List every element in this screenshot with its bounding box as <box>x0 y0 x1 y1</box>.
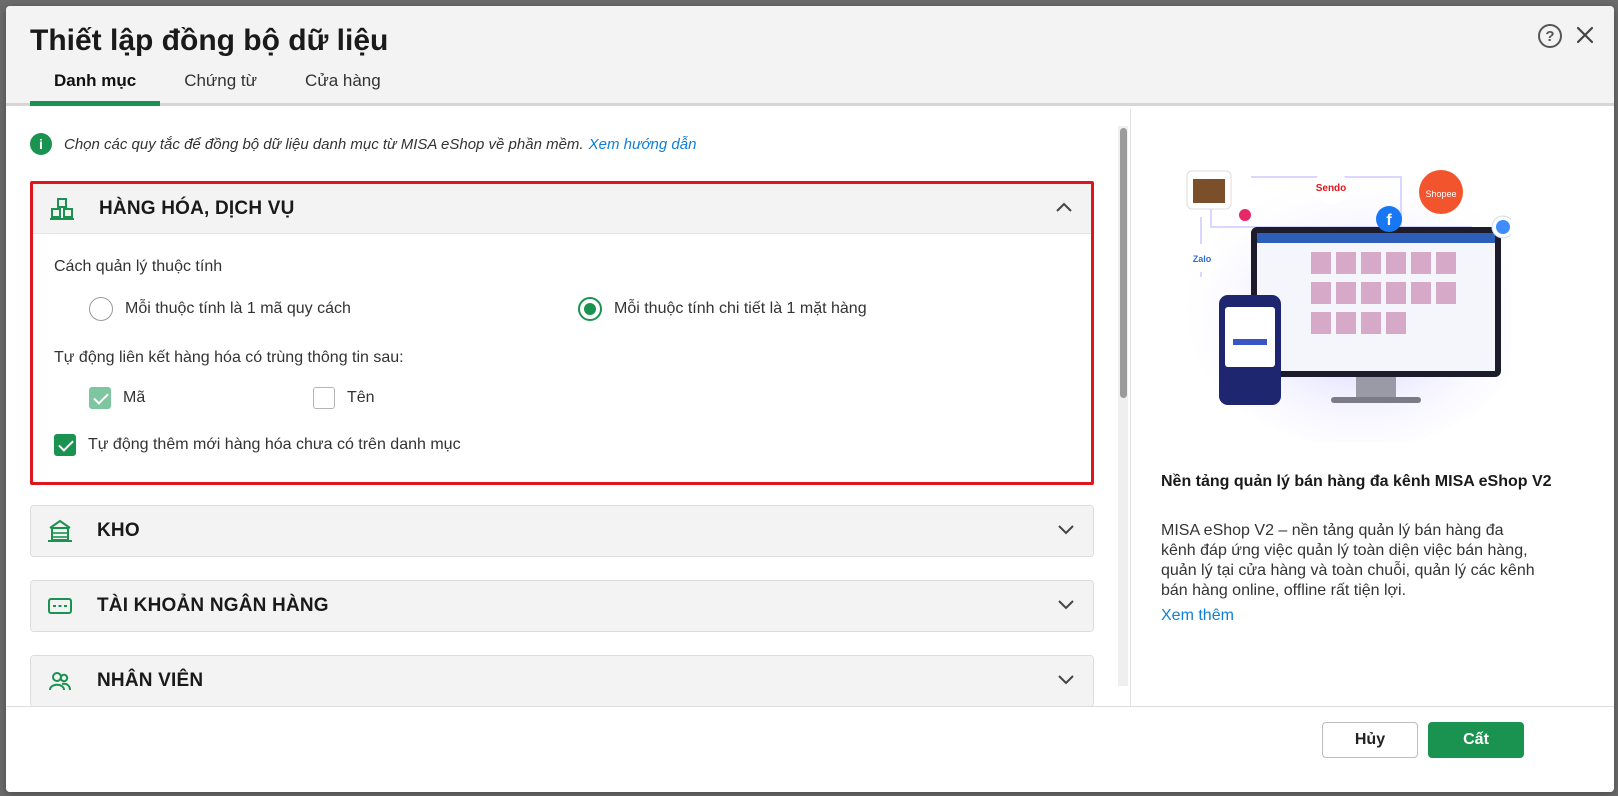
eshop-promo-illustration: Shopee Sendo f Zalo <box>1186 167 1511 442</box>
chevron-down-icon[interactable] <box>1057 673 1075 685</box>
section-staff-title: NHÂN VIÊN <box>97 670 204 691</box>
sendo-badge-label: Sendo <box>1316 183 1347 194</box>
save-button[interactable]: Cất <box>1428 722 1524 758</box>
shopee-badge-label: Shopee <box>1425 189 1456 199</box>
settings-content: i Chọn các quy tắc để đồng bộ dữ liệu da… <box>6 109 1126 709</box>
dialog-title: Thiết lập đồng bộ dữ liệu <box>30 24 389 57</box>
dialog-footer: Hủy Cất <box>6 706 1614 792</box>
attr-mgmt-label: Cách quản lý thuộc tính <box>54 258 223 275</box>
info-icon: i <box>30 133 52 155</box>
boxes-icon <box>50 197 74 220</box>
promo-title: Nền tảng quản lý bán hàng đa kênh MISA e… <box>1161 473 1552 490</box>
tab-chung-tu[interactable]: Chứng từ <box>160 68 281 104</box>
section-goods-body: Cách quản lý thuộc tính Mỗi thuộc tính l… <box>33 234 1091 484</box>
section-bank: TÀI KHOẢN NGÂN HÀNG <box>30 580 1094 632</box>
radio-button[interactable] <box>89 297 113 321</box>
promo-panel: Shopee Sendo f Zalo Nền tảng quản lý bán… <box>1131 109 1614 706</box>
zalo-badge-label: Zalo <box>1193 254 1212 264</box>
check-auto-add-goods[interactable]: Tự động thêm mới hàng hóa chưa có trên d… <box>54 434 461 456</box>
radio-attr-as-item[interactable]: Mỗi thuộc tính chi tiết là 1 mặt hàng <box>578 297 867 321</box>
section-staff-header[interactable]: NHÂN VIÊN <box>31 656 1093 706</box>
checkbox[interactable] <box>89 387 111 409</box>
section-warehouse: KHO <box>30 505 1094 557</box>
tab-cua-hang[interactable]: Cửa hàng <box>281 68 405 104</box>
info-text: Chọn các quy tắc để đồng bộ dữ liệu danh… <box>64 135 584 153</box>
users-icon <box>49 672 71 691</box>
cancel-button[interactable]: Hủy <box>1322 722 1418 758</box>
check-link-by-code[interactable]: Mã <box>89 387 145 409</box>
checkbox-label: Tên <box>347 389 375 406</box>
chevron-up-icon[interactable] <box>1055 201 1073 213</box>
close-icon[interactable] <box>1572 22 1598 48</box>
tab-bar: Danh mục Chứng từ Cửa hàng <box>30 68 405 106</box>
radio-label: Mỗi thuộc tính chi tiết là 1 mặt hàng <box>614 300 867 317</box>
section-staff: NHÂN VIÊN <box>30 655 1094 707</box>
radio-attr-as-spec[interactable]: Mỗi thuộc tính là 1 mã quy cách <box>89 297 351 321</box>
section-goods-title: HÀNG HÓA, DỊCH VỤ <box>99 197 295 219</box>
section-bank-title: TÀI KHOẢN NGÂN HÀNG <box>97 595 329 616</box>
facebook-badge-label: f <box>1386 212 1392 229</box>
radio-button[interactable] <box>578 297 602 321</box>
checkbox[interactable] <box>313 387 335 409</box>
dialog-header: Thiết lập đồng bộ dữ liệu ? Danh mục Chứ… <box>6 6 1614 106</box>
promo-description: MISA eShop V2 – nền tảng quản lý bán hàn… <box>1161 522 1535 599</box>
chevron-down-icon[interactable] <box>1057 598 1075 610</box>
scrollbar-thumb[interactable] <box>1120 128 1127 398</box>
section-goods-header[interactable]: HÀNG HÓA, DỊCH VỤ <box>33 184 1091 234</box>
section-bank-header[interactable]: TÀI KHOẢN NGÂN HÀNG <box>31 581 1093 631</box>
question-circle-icon[interactable]: ? <box>1538 24 1562 48</box>
guide-link[interactable]: Xem hướng dẫn <box>589 136 697 153</box>
sync-settings-dialog: Thiết lập đồng bộ dữ liệu ? Danh mục Chứ… <box>6 6 1614 792</box>
checkbox[interactable] <box>54 434 76 456</box>
warehouse-icon <box>48 519 72 542</box>
info-banner: i Chọn các quy tắc để đồng bộ dữ liệu da… <box>30 133 696 155</box>
tab-danh-muc[interactable]: Danh mục <box>30 68 161 106</box>
section-warehouse-title: KHO <box>97 520 140 541</box>
check-link-by-name[interactable]: Tên <box>313 387 375 409</box>
chevron-down-icon[interactable] <box>1057 523 1075 535</box>
auto-link-label: Tự động liên kết hàng hóa có trùng thông… <box>54 349 404 366</box>
bank-card-icon <box>48 598 72 614</box>
radio-label: Mỗi thuộc tính là 1 mã quy cách <box>125 300 351 317</box>
checkbox-label: Tự động thêm mới hàng hóa chưa có trên d… <box>88 436 461 453</box>
see-more-link[interactable]: Xem thêm <box>1161 607 1234 625</box>
checkbox-label: Mã <box>123 389 146 406</box>
section-warehouse-header[interactable]: KHO <box>31 506 1093 556</box>
section-goods: HÀNG HÓA, DỊCH VỤ Cách quản lý thuộc tín… <box>30 181 1094 485</box>
